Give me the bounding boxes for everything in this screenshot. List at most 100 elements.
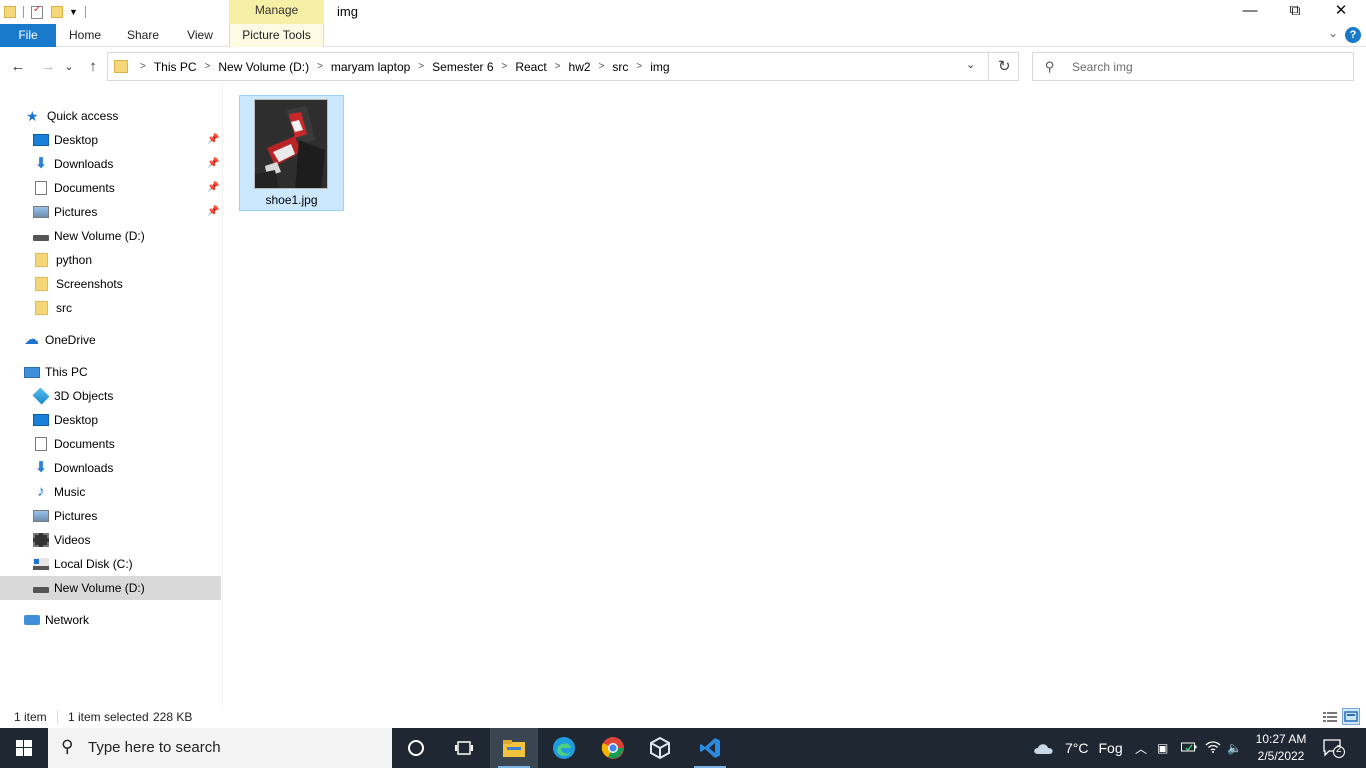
chevron-right-icon[interactable]: > <box>502 61 508 72</box>
image-thumbnail <box>254 99 328 189</box>
crumb-react[interactable]: React <box>515 60 546 74</box>
clock[interactable]: 10:27 AM 2/5/2022 <box>1251 731 1311 765</box>
tab-picture-tools[interactable]: Picture Tools <box>229 24 324 47</box>
crumb-new-volume[interactable]: New Volume (D:) <box>218 60 309 74</box>
chevron-right-icon[interactable]: > <box>140 61 146 72</box>
pin-icon[interactable]: 📌 <box>207 134 219 145</box>
ribbon-tabs: File Home Share View Picture Tools ⌄ ? <box>0 24 1366 47</box>
maximize-button[interactable]: ⧉ <box>1272 0 1318 24</box>
search-icon: ⚲ <box>61 737 74 756</box>
sidebar-item-local-disk-c[interactable]: Local Disk (C:) <box>0 552 221 576</box>
sidebar-item-new-volume[interactable]: New Volume (D:) <box>0 224 221 248</box>
sidebar-item-src[interactable]: src <box>0 296 221 320</box>
tab-share[interactable]: Share <box>120 24 166 47</box>
item-count: 1 item <box>14 710 47 724</box>
clock-time: 10:27 AM <box>1255 732 1307 746</box>
document-icon <box>35 437 47 451</box>
sidebar-item-onedrive[interactable]: ☁ OneDrive <box>0 328 221 352</box>
new-folder-icon[interactable] <box>51 6 63 18</box>
taskbar-chrome[interactable] <box>589 728 637 768</box>
folder-icon <box>35 253 48 267</box>
sidebar-item-desktop[interactable]: Desktop 📌 <box>0 128 221 152</box>
wifi-icon[interactable] <box>1205 740 1221 757</box>
show-hidden-icons-icon[interactable]: ︿ <box>1133 740 1149 757</box>
minimize-button[interactable]: — <box>1227 0 1273 24</box>
customize-toolbar-dropdown-icon[interactable]: ▼ <box>69 7 78 17</box>
sidebar-item-pictures[interactable]: Pictures 📌 <box>0 200 221 224</box>
search-input[interactable]: Search img <box>1072 60 1133 74</box>
crumb-src[interactable]: src <box>612 60 628 74</box>
volume-icon[interactable]: 🔈 <box>1227 741 1243 755</box>
action-center-button[interactable]: 2 <box>1323 738 1345 758</box>
battery-icon[interactable] <box>1181 740 1197 756</box>
properties-icon[interactable] <box>31 4 43 19</box>
shoe-photo-icon <box>255 100 327 188</box>
address-history-dropdown-icon[interactable]: ⌄ <box>966 58 975 71</box>
tab-home[interactable]: Home <box>62 24 108 47</box>
task-view-button[interactable] <box>440 728 488 768</box>
sidebar-item-music[interactable]: ♪ Music <box>0 480 221 504</box>
chevron-right-icon[interactable]: > <box>555 61 561 72</box>
sidebar-item-videos[interactable]: Videos <box>0 528 221 552</box>
close-button[interactable]: ✕ <box>1318 0 1364 24</box>
chevron-right-icon[interactable]: > <box>205 61 211 72</box>
taskbar-search-input[interactable]: Type here to search <box>88 739 221 756</box>
sidebar-item-downloads[interactable]: ⬇ Downloads 📌 <box>0 152 221 176</box>
taskbar-edge[interactable] <box>540 728 588 768</box>
task-view-icon <box>455 741 473 755</box>
crumb-hw2[interactable]: hw2 <box>569 60 591 74</box>
tab-view[interactable]: View <box>178 24 222 47</box>
manage-contextual-tab[interactable]: Manage <box>229 0 324 24</box>
pin-icon[interactable]: 📌 <box>207 182 219 193</box>
sidebar-item-documents[interactable]: Documents 📌 <box>0 176 221 200</box>
sidebar-item-quick-access[interactable]: ★ Quick access <box>0 104 221 128</box>
sidebar-item-new-volume-d[interactable]: New Volume (D:) <box>0 576 221 600</box>
status-bar: 1 item 1 item selected 228 KB <box>0 706 1366 728</box>
chevron-right-icon[interactable]: > <box>599 61 605 72</box>
taskbar-virtualbox[interactable] <box>636 728 684 768</box>
sidebar-item-3d-objects[interactable]: 3D Objects <box>0 384 221 408</box>
expand-ribbon-icon[interactable]: ⌄ <box>1328 26 1338 40</box>
title-bar: ▼ Manage img — ⧉ ✕ <box>0 0 1366 24</box>
chevron-right-icon[interactable]: > <box>418 61 424 72</box>
weather-widget[interactable]: 7°C Fog <box>1032 728 1123 768</box>
taskbar-file-explorer[interactable] <box>490 728 538 768</box>
refresh-button[interactable]: ↻ <box>998 57 1011 75</box>
file-list[interactable]: shoe1.jpg <box>223 86 1366 706</box>
taskbar-search-box[interactable]: ⚲ Type here to search <box>48 728 392 768</box>
forward-button[interactable]: → <box>38 57 58 77</box>
help-icon[interactable]: ? <box>1345 27 1361 43</box>
address-bar[interactable]: > This PC > New Volume (D:) > maryam lap… <box>107 52 1019 81</box>
sidebar-item-this-pc[interactable]: This PC <box>0 360 221 384</box>
meet-now-icon[interactable]: ▣ <box>1157 741 1171 755</box>
taskbar-vscode[interactable] <box>686 728 734 768</box>
up-button[interactable]: ↑ <box>83 57 103 77</box>
details-view-icon[interactable] <box>1321 709 1337 724</box>
search-box[interactable]: ⚲ Search img <box>1032 52 1354 81</box>
chevron-right-icon[interactable]: > <box>636 61 642 72</box>
recent-locations-button[interactable]: ⌄ <box>62 57 76 77</box>
chevron-right-icon[interactable]: > <box>317 61 323 72</box>
sidebar-item-screenshots[interactable]: Screenshots <box>0 272 221 296</box>
crumb-maryam-laptop[interactable]: maryam laptop <box>331 60 410 74</box>
sidebar-item-documents-pc[interactable]: Documents <box>0 432 221 456</box>
back-button[interactable]: ← <box>8 57 28 77</box>
crumb-this-pc[interactable]: This PC <box>154 60 197 74</box>
sidebar-item-desktop-pc[interactable]: Desktop <box>0 408 221 432</box>
pin-icon[interactable]: 📌 <box>207 206 219 217</box>
sidebar-item-network[interactable]: Network <box>0 608 221 632</box>
sidebar-item-pictures-pc[interactable]: Pictures <box>0 504 221 528</box>
navigation-pane: ★ Quick access Desktop 📌 ⬇ Downloads 📌 D… <box>0 96 222 706</box>
pin-icon[interactable]: 📌 <box>207 158 219 169</box>
tab-file[interactable]: File <box>0 24 56 47</box>
start-button[interactable] <box>0 728 48 768</box>
cortana-button[interactable] <box>392 728 440 768</box>
crumb-semester-6[interactable]: Semester 6 <box>432 60 493 74</box>
sidebar-item-downloads-pc[interactable]: ⬇ Downloads <box>0 456 221 480</box>
computer-icon <box>24 366 40 378</box>
large-icons-view-icon[interactable] <box>1342 708 1360 725</box>
sidebar-item-label: Pictures <box>54 205 98 219</box>
crumb-img[interactable]: img <box>650 60 669 74</box>
file-item[interactable]: shoe1.jpg <box>239 95 344 211</box>
sidebar-item-python[interactable]: python <box>0 248 221 272</box>
